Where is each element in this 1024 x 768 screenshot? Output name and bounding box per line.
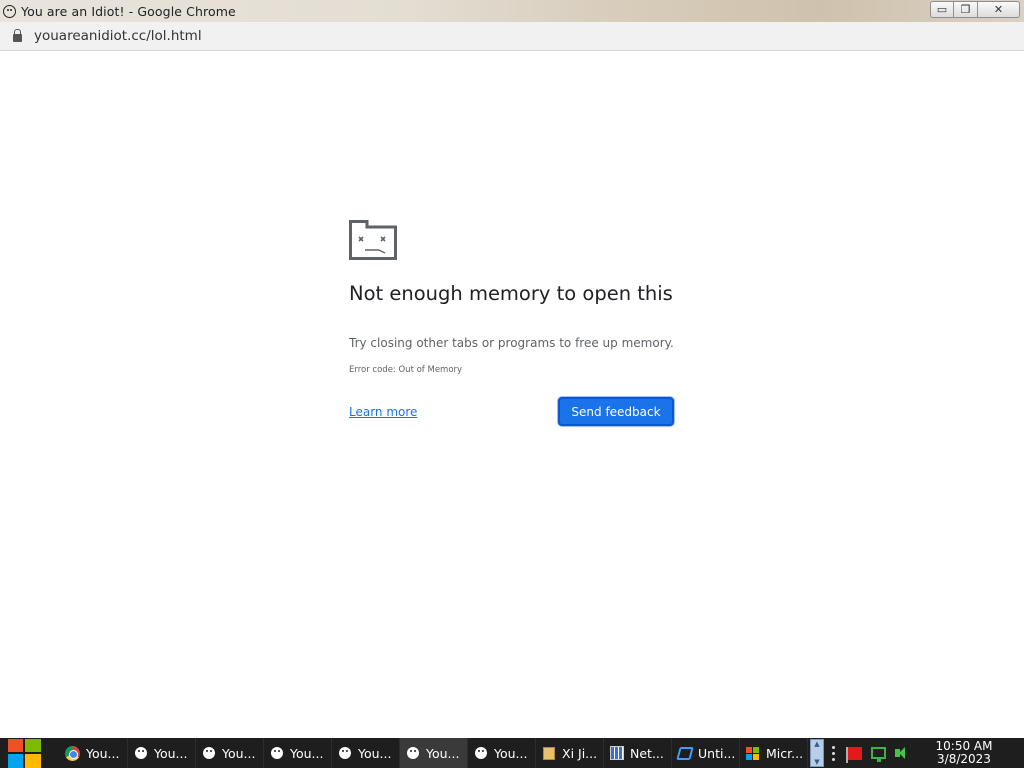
taskbar-task-label: You... [86,745,120,761]
taskbar-task-label: You... [154,745,188,761]
taskbar-tasks: You... You... You... You... You... You... You.… [60,738,808,768]
network-monitor-icon[interactable] [871,747,886,762]
close-button[interactable]: ✕ [978,1,1020,18]
action-center-flag-icon[interactable] [846,746,862,763]
window-title-bar[interactable]: You are an Idiot! - Google Chrome ▭ ❐ ✕ [0,0,1024,22]
restore-icon: ❐ [960,3,971,16]
taskbar-task-label: Net... [630,745,664,761]
url-text[interactable]: youareanidiot.cc/lol.html [34,28,202,44]
taskbar-task[interactable]: You... [400,738,468,768]
sad-tab-icon [349,220,397,260]
error-hint: Try closing other tabs or programs to fr… [349,336,674,350]
taskbar-task-label: Unti... [698,745,736,761]
paint-icon [675,746,694,761]
taskbar-task[interactable]: You... [196,738,264,768]
send-feedback-button[interactable]: Send feedback [558,397,674,426]
clock-date: 3/8/2023 [937,752,991,766]
window-controls: ▭ ❐ ✕ [930,1,1020,18]
taskbar: You... You... You... You... You... You... You.… [0,738,1024,768]
tray-overflow-icon[interactable] [830,745,836,761]
microsoft-icon [745,746,760,761]
taskbar-task-label: Micr... [766,745,804,761]
error-heading: Not enough memory to open this page [349,282,674,305]
taskbar-task[interactable]: You... [332,738,400,768]
taskbar-task-label: Xi Ji... [562,745,598,761]
scroll-up-icon[interactable]: ▲ [814,740,819,748]
volume-icon[interactable] [895,746,911,760]
smiley-icon [405,746,420,761]
start-button[interactable] [0,738,48,768]
taskbar-scroll[interactable]: ▲ ▼ [810,739,824,767]
folder-icon [541,746,556,761]
network-icon [609,746,624,761]
taskbar-task[interactable]: You... [128,738,196,768]
system-tray: 10:50 AM 3/8/2023 [830,738,999,768]
taskbar-task-label: You... [222,745,256,761]
error-code: Error code: Out of Memory [349,365,463,375]
taskbar-task-label: You... [426,745,460,761]
window-title: You are an Idiot! - Google Chrome [21,3,236,19]
error-actions: Learn more Send feedback [349,397,674,426]
chrome-icon [65,745,80,761]
restore-button[interactable]: ❐ [954,1,978,18]
taskbar-task[interactable]: You... [264,738,332,768]
address-bar[interactable]: youareanidiot.cc/lol.html [0,22,1024,51]
minimize-icon: ▭ [936,3,948,16]
smiley-icon [201,746,216,761]
taskbar-task[interactable]: Unti... [672,738,740,768]
windows-logo-icon [7,738,41,768]
smiley-icon [269,746,284,761]
smiley-icon [133,746,148,761]
scroll-down-icon[interactable]: ▼ [814,758,819,766]
learn-more-link[interactable]: Learn more [349,405,417,419]
smiley-icon [337,746,352,761]
taskbar-task[interactable]: Micr... [740,738,808,768]
taskbar-task[interactable]: Xi Ji... [536,738,604,768]
page-content: Not enough memory to open this page Try … [0,52,1024,738]
taskbar-task-label: You... [290,745,324,761]
taskbar-task-label: You... [358,745,392,761]
taskbar-task[interactable]: You... [60,738,128,768]
error-panel: Not enough memory to open this page Try … [349,220,674,426]
taskbar-task-label: You... [494,745,528,761]
taskbar-task[interactable]: You... [468,738,536,768]
minimize-button[interactable]: ▭ [930,1,954,18]
taskbar-task[interactable]: Net... [604,738,672,768]
close-icon: ✕ [993,3,1004,16]
clock[interactable]: 10:50 AM 3/8/2023 [929,740,999,766]
lock-icon[interactable] [13,29,22,42]
smiley-icon [473,746,488,761]
smiley-icon [3,4,16,18]
